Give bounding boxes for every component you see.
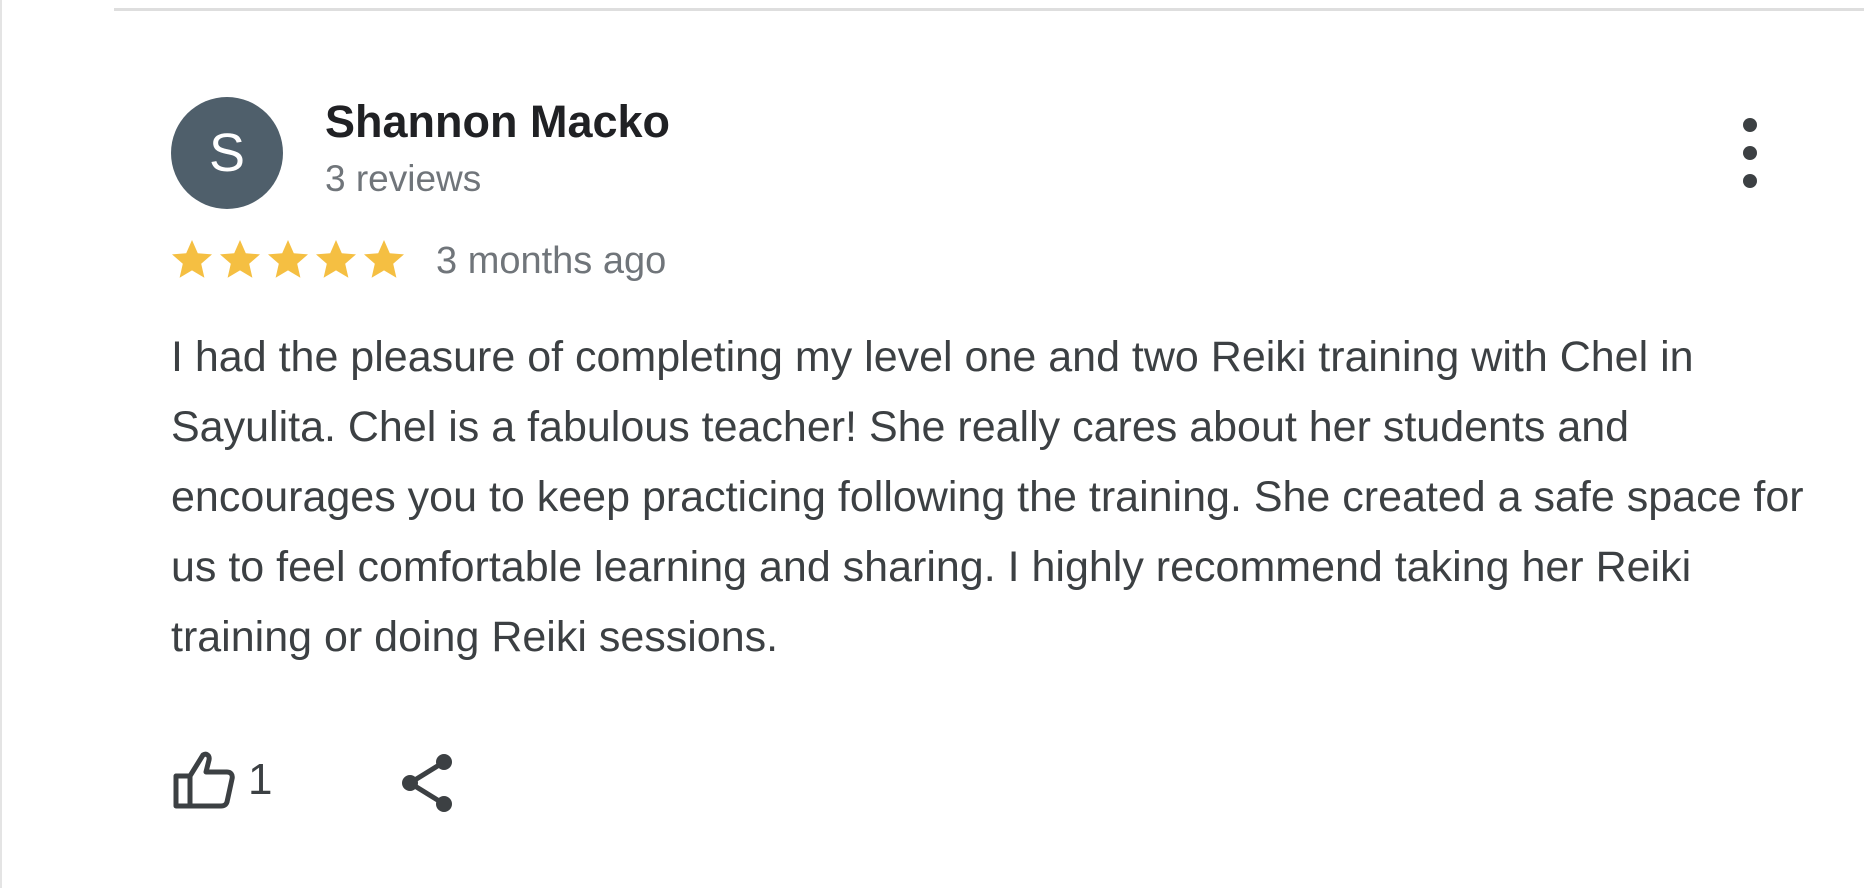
left-divider: [0, 0, 2, 888]
star-icon: [316, 240, 356, 278]
review-card: S Shannon Macko 3 reviews 3 months ago I…: [0, 0, 1864, 888]
like-button[interactable]: 1: [170, 745, 272, 815]
top-divider: [114, 8, 1864, 11]
share-icon: [402, 754, 452, 812]
more-vert-icon: [1743, 118, 1757, 132]
star-rating: [168, 234, 408, 284]
share-button[interactable]: [396, 748, 460, 818]
avatar[interactable]: S: [171, 97, 283, 209]
star-icon: [268, 240, 308, 278]
review-text: I had the pleasure of completing my leve…: [171, 333, 1804, 661]
reviewer-review-count[interactable]: 3 reviews: [325, 158, 481, 200]
reviewer-name[interactable]: Shannon Macko: [325, 96, 670, 148]
star-icon: [172, 240, 212, 278]
more-vert-icon-dot: [1743, 174, 1757, 188]
star-icon: [220, 240, 260, 278]
like-count: 1: [248, 755, 273, 804]
more-vert-icon-dot: [1743, 146, 1757, 160]
more-options-button[interactable]: [1730, 118, 1770, 188]
thumbs-up-icon: [173, 751, 235, 809]
star-icon: [364, 240, 404, 278]
review-date: 3 months ago: [436, 240, 667, 282]
